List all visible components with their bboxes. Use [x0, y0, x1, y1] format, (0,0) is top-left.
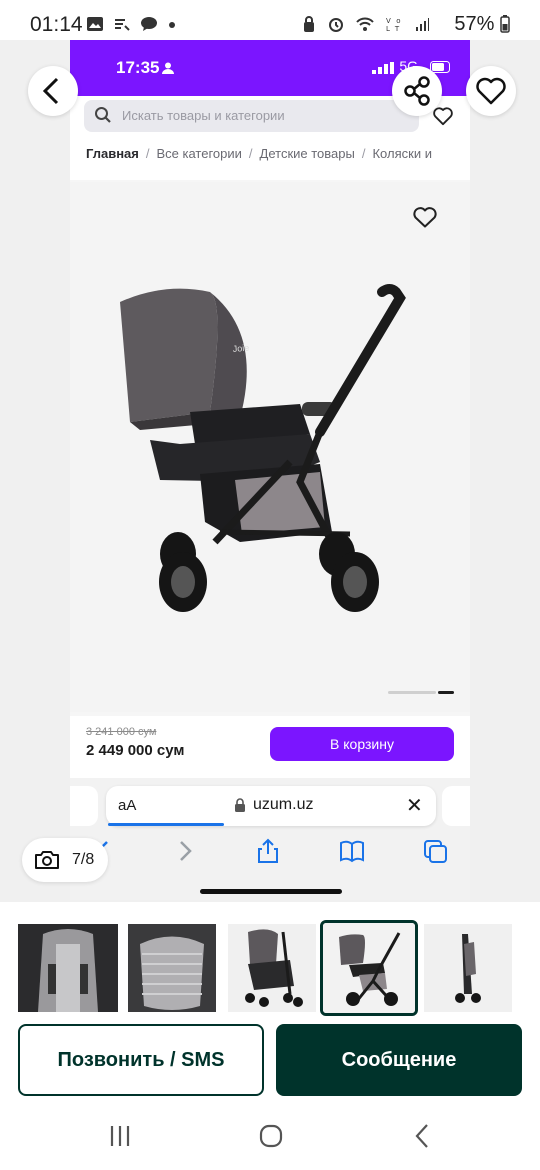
price-bar: 3 241 000 сум 2 449 000 сум В корзину: [70, 716, 470, 778]
back-icon[interactable]: [408, 1121, 438, 1151]
heart-icon: [476, 77, 506, 105]
wifi-icon: [356, 17, 374, 31]
battery-percent: 57%: [454, 13, 495, 35]
battery-indicator: 57%: [454, 13, 510, 36]
next-tab-preview[interactable]: [442, 786, 470, 826]
brand-label: Joie: [232, 343, 249, 354]
gallery-dots: [388, 691, 454, 694]
search-icon: [95, 107, 111, 123]
home-indicator: [200, 889, 342, 894]
signal-icon: [416, 18, 429, 31]
dot-icon: [169, 22, 176, 28]
current-price: 2 449 000 сум: [86, 742, 185, 759]
address-bar[interactable]: аА uzum.uz ✕: [106, 786, 436, 826]
tabs-icon[interactable]: [422, 838, 450, 864]
share-icon: [404, 76, 430, 106]
chat-icon: [141, 17, 158, 31]
status-notification-icons: [86, 14, 177, 35]
alarm-icon: [328, 18, 343, 32]
breadcrumb-kids[interactable]: Детские товары: [260, 146, 355, 161]
svg-text:Vo): Vo): [386, 17, 404, 25]
loading-progress: [108, 823, 224, 826]
breadcrumb: Главная / Все категории / Детские товары / Кол…: [86, 146, 432, 161]
photo-counter: 7/8: [22, 838, 108, 882]
inner-signal-icon: [372, 62, 394, 74]
lock-icon: [235, 798, 245, 812]
favorite-button[interactable]: [466, 66, 516, 116]
thumbnail-seat-back[interactable]: [128, 924, 216, 1012]
recent-apps-icon[interactable]: [105, 1121, 135, 1151]
volte-icon: Vo)LTE: [386, 17, 410, 33]
person-icon: [162, 62, 174, 74]
add-to-cart-button[interactable]: В корзину: [270, 727, 454, 761]
product-photo: Joie: [70, 182, 470, 712]
call-sms-button[interactable]: Позвонить / SMS: [18, 1024, 264, 1096]
old-price: 3 241 000 сум: [86, 726, 157, 738]
photo-counter-text: 7/8: [72, 851, 95, 868]
share-sheet-icon[interactable]: [254, 838, 282, 864]
back-arrow-icon: [42, 77, 59, 105]
text-size-button[interactable]: аА: [118, 797, 136, 814]
thumbnail-seat-insert[interactable]: [18, 924, 118, 1012]
status-time: 01:14: [30, 13, 83, 36]
forward-chevron-icon[interactable]: [170, 838, 198, 864]
battery-icon: [500, 15, 510, 33]
home-icon[interactable]: [256, 1121, 286, 1151]
stroller-image: Joie: [120, 284, 406, 612]
camera-icon: [35, 851, 59, 869]
breadcrumb-home[interactable]: Главная: [86, 146, 139, 161]
close-icon[interactable]: ✕: [406, 793, 423, 818]
status-system-icons: Vo)LTE: [302, 15, 430, 35]
svg-text:LTE: LTE: [386, 25, 404, 33]
thumbnail-strip: [0, 918, 540, 1018]
thumbnail-stroller-side[interactable]: [320, 920, 418, 1016]
search-placeholder: Искать товары и категории: [122, 108, 285, 123]
inner-status-time: 17:35: [116, 58, 160, 77]
back-button[interactable]: [28, 66, 78, 116]
thumbnail-stroller-front[interactable]: [228, 924, 316, 1012]
search-input[interactable]: Искать товары и категории: [84, 100, 419, 132]
breadcrumb-strollers[interactable]: Коляски и: [372, 146, 431, 161]
system-navigation-bar: [0, 1104, 540, 1170]
thumbnail-stroller-folded[interactable]: [424, 924, 512, 1012]
bookmarks-icon[interactable]: [338, 838, 366, 864]
image-icon: [87, 17, 103, 31]
browser-toolbar: аА uzum.uz ✕: [70, 778, 470, 900]
wifi-calling-icon: [115, 19, 130, 31]
lock-icon: [304, 16, 315, 32]
screenshot-image: 17:35 5G Искать товары и категории Главн…: [70, 40, 470, 900]
share-button[interactable]: [392, 66, 442, 116]
url-text: uzum.uz: [253, 796, 314, 813]
message-button[interactable]: Сообщение: [276, 1024, 522, 1096]
previous-tab-preview[interactable]: [70, 786, 98, 826]
breadcrumb-all-categories[interactable]: Все категории: [157, 146, 242, 161]
